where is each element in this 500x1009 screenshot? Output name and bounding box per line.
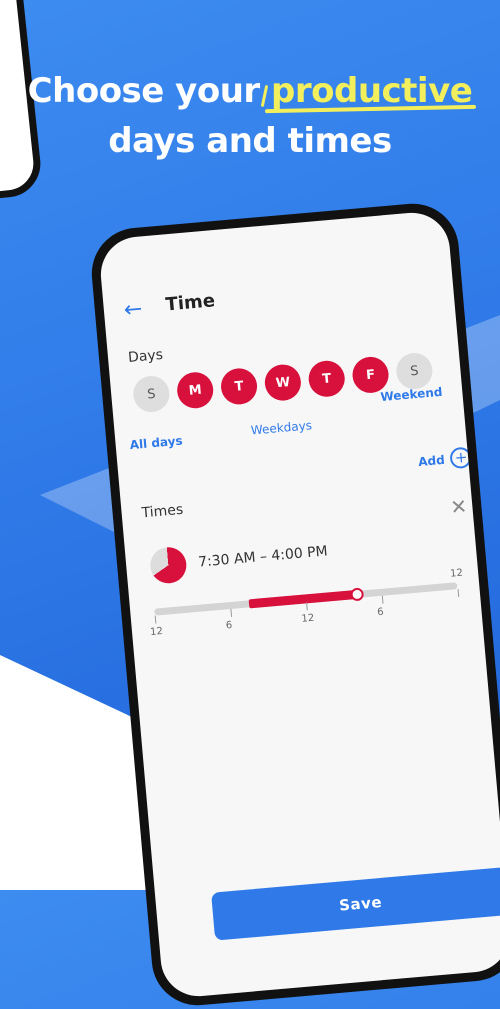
slider-tick-label-2: 12 [301, 612, 315, 625]
headline-prefix: Choose your [27, 71, 272, 111]
headline-line-1: Choose your productive [0, 66, 500, 116]
time-range-slider[interactable] [154, 582, 458, 616]
slider-tick-2 [306, 602, 308, 611]
arrow-left-icon[interactable]: ← [123, 297, 144, 324]
slider-tick-1 [230, 608, 233, 617]
slider-tick-0 [154, 615, 157, 624]
phone-frame: ← Time Days SMTWTFS All days Weekdays We… [88, 199, 500, 1009]
slider-tick-label-3: 6 [376, 606, 385, 619]
plus-circle-icon: + [449, 446, 473, 470]
slider-tick-label-4: 12 [449, 567, 464, 580]
headline-highlight: productive [271, 71, 473, 111]
days-label: Days [127, 346, 164, 366]
times-label: Times [141, 501, 184, 522]
slider-tick-4 [457, 589, 460, 598]
slider-tick-label-0: 12 [149, 626, 164, 639]
add-label: Add [417, 452, 446, 469]
weekdays-link[interactable]: Weekdays [250, 418, 312, 437]
page-title: Time [164, 290, 216, 316]
time-range-text: 7:30 AM – 4:00 PM [197, 543, 329, 571]
slider-ticks: 12 6 12 6 12 [98, 210, 464, 638]
day-toggle-5[interactable]: F [351, 355, 391, 395]
add-time-button[interactable]: Add + [417, 446, 473, 472]
close-icon[interactable]: ✕ [449, 494, 468, 519]
day-toggle-4[interactable]: T [307, 359, 347, 399]
app-screen: ← Time Days SMTWTFS All days Weekdays We… [97, 209, 500, 1000]
time-range-pie-icon [148, 545, 188, 585]
headline: Choose your productive days and times [0, 66, 500, 166]
slider-tick-label-1: 6 [225, 619, 233, 632]
day-toggle-0[interactable]: S [131, 374, 171, 414]
day-toggle-6[interactable]: S [394, 351, 434, 391]
time-range-fill [248, 590, 357, 609]
slider-tick-3 [381, 595, 384, 604]
save-button[interactable]: Save [211, 866, 500, 941]
headline-line-2: days and times [108, 121, 392, 161]
day-toggle-1[interactable]: M [175, 370, 215, 410]
day-toggle-2[interactable]: T [219, 366, 259, 406]
end-handle[interactable] [349, 587, 364, 602]
all-days-link[interactable]: All days [129, 434, 183, 453]
day-toggle-3[interactable]: W [263, 363, 303, 403]
day-selector: SMTWTFS [131, 351, 442, 414]
